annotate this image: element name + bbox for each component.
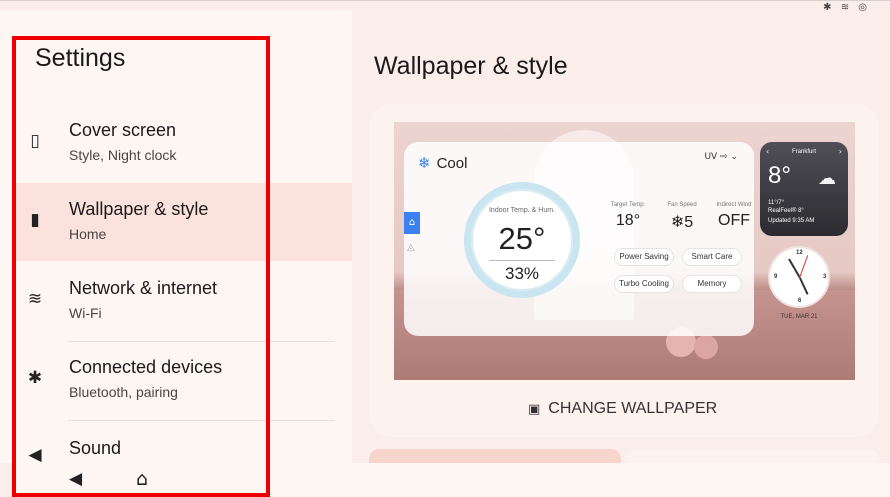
item-subtitle: Home [69,226,107,242]
ac-top-icons: UV ⇨ ⌄ [704,152,738,162]
settings-item-wallpaper-style[interactable]: ▮ Wallpaper & style Home [14,183,352,261]
item-title: Cover screen [69,120,177,140]
weather-city: Frankfurt [791,149,816,155]
indirect-wind: Indirect Wind OFF [716,202,752,229]
indoor-caption: Indoor Temp. & Hum. [488,207,555,214]
clock-hour-hand [799,277,809,295]
settings-item-sound[interactable]: ◀ Sound [14,420,337,463]
clock-widget: 12 3 6 9 TUE, MAR 21 [760,242,848,330]
item-title: Sound [69,438,122,458]
back-icon[interactable]: ◀ [69,469,82,489]
bluetooth-icon: ✱ [27,368,43,388]
navigation-bar: ◀ ⌂ [14,463,890,497]
item-title: Wallpaper & style [69,199,209,219]
ac-mode: ❄ Cool [418,154,468,172]
clock-second-hand [799,255,809,278]
weather-widget: ‹ › Frankfurt 8° ☁ 11°/7° RealFeel® 8° Up… [760,142,848,236]
bell-icon: ◬ [407,242,415,253]
settings-title: Settings [35,44,126,72]
cover-screen-icon: ▯ [30,131,40,151]
clock-date: TUE, MAR 21 [780,314,818,320]
image-icon: ▣ [528,402,541,417]
change-wallpaper-label: CHANGE WALLPAPER [548,400,718,417]
change-wallpaper-button[interactable]: ▣ CHANGE WALLPAPER [528,400,717,418]
pill-smart-care: Smart Care [682,248,742,266]
weather-realfeel: RealFeel® 8° [768,208,804,214]
item-title: Connected devices [69,357,223,377]
clock-face: 12 3 6 9 [768,246,830,308]
item-subtitle: Style, Night clock [69,147,177,163]
page-title: Wallpaper & style [374,52,568,80]
wallpaper-preview[interactable]: ❄ Cool UV ⇨ ⌄ ⌂ ◬ Indoor Temp. & Hum. 25°… [394,122,855,380]
settings-item-connected-devices[interactable]: ✱ Connected devices Bluetooth, pairing [14,341,337,419]
indoor-temp: 25° [498,221,546,256]
weather-temp: 8° [768,162,791,189]
pill-turbo-cooling: Turbo Cooling [614,275,674,293]
settings-item-cover-screen[interactable]: ▯ Cover screen Style, Night clock [14,104,337,182]
ring-divider [489,260,555,261]
weather-updated: Updated 9:35 AM [768,218,815,224]
status-bar-icons: ✱ ≋ ◎ [823,2,870,13]
item-subtitle: Wi-Fi [69,305,102,321]
wifi-icon: ≋ [27,289,43,309]
snowflake-icon: ❄ [418,154,431,172]
indoor-humidity: 33% [504,264,540,283]
indoor-ring: Indoor Temp. & Hum. 25° 33% [464,182,580,298]
preview-sphere [694,335,718,359]
weather-range: 11°/7° [768,200,785,206]
item-subtitle: Bluetooth, pairing [69,384,178,400]
sound-icon: ◀ [28,445,42,463]
pill-power-saving: Power Saving [614,248,674,266]
ac-widget: ❄ Cool UV ⇨ ⌄ ⌂ ◬ Indoor Temp. & Hum. 25°… [404,142,754,336]
home-icon: ⌂ [404,212,420,234]
home-icon[interactable]: ⌂ [136,468,148,490]
cloud-icon: ☁ [818,168,836,189]
wallpaper-icon: ▮ [30,210,40,230]
fan-speed: Fan Speed ❄5 [667,202,697,231]
settings-item-network-internet[interactable]: ≋ Network & internet Wi-Fi [14,262,337,340]
pill-memory: Memory [682,275,742,293]
target-temp: Target Temp. 18° [610,202,646,229]
top-divider [0,0,890,1]
item-title: Network & internet [69,278,218,298]
